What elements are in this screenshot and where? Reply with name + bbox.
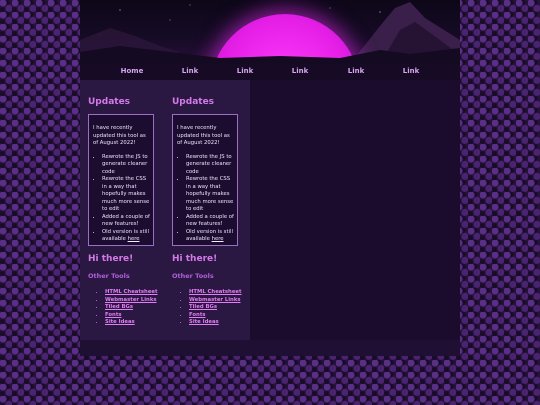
updates-intro: I have recently updated this tool as of … xyxy=(177,125,230,146)
nav-home-link[interactable]: Home xyxy=(121,67,144,75)
list-item: Rewrote the CSS in a way that hopefully … xyxy=(186,176,234,214)
updates-intro: I have recently updated this tool as of … xyxy=(93,125,146,146)
foreground-ridge-graphic xyxy=(80,46,460,64)
list-item: Webmaster Links xyxy=(105,297,158,305)
updates-heading: Updates xyxy=(172,97,215,107)
old-version-link[interactable]: here xyxy=(128,236,140,242)
tool-link[interactable]: Tiled BGs xyxy=(189,304,217,310)
list-item: Rewrote the JS to generate cleaner code xyxy=(186,154,234,177)
updates-list: Rewrote the JS to generate cleaner code … xyxy=(177,154,234,244)
list-item: Added a couple of new features! xyxy=(186,214,234,229)
greeting-heading: Hi there! xyxy=(88,254,134,264)
list-item: Site Ideas xyxy=(189,319,242,327)
nav-link-4[interactable]: Link xyxy=(348,67,365,75)
greeting-heading: Hi there! xyxy=(172,254,218,264)
old-version-link[interactable]: here xyxy=(212,236,224,242)
site-container: Home Link Link Link Link Link Updates I … xyxy=(80,0,460,356)
list-item: Tiled BGs xyxy=(105,304,158,312)
tool-link[interactable]: Fonts xyxy=(189,312,206,318)
nav-link-3[interactable]: Link xyxy=(292,67,309,75)
nav-link-2[interactable]: Link xyxy=(237,67,254,75)
nav-link-5[interactable]: Link xyxy=(403,67,420,75)
updates-box: I have recently updated this tool as of … xyxy=(172,114,238,246)
list-item: Webmaster Links xyxy=(189,297,242,305)
updates-list: Rewrote the JS to generate cleaner code … xyxy=(93,154,150,244)
old-version-text: Old version is still available xyxy=(186,228,233,243)
tool-link[interactable]: HTML Cheatsheet xyxy=(105,289,158,295)
other-tools-list: HTML Cheatsheet Webmaster Links Tiled BG… xyxy=(172,289,242,327)
transparent-right-panel xyxy=(250,80,460,340)
top-navigation: Home Link Link Link Link Link xyxy=(80,64,460,80)
other-tools-list: HTML Cheatsheet Webmaster Links Tiled BG… xyxy=(88,289,158,327)
list-item: HTML Cheatsheet xyxy=(105,289,158,297)
list-item: Added a couple of new features! xyxy=(102,214,150,229)
list-item: Tiled BGs xyxy=(189,304,242,312)
tool-link[interactable]: Fonts xyxy=(105,312,122,318)
content-panel: Updates I have recently updated this too… xyxy=(80,80,250,340)
list-item: Fonts xyxy=(189,312,242,320)
tool-link[interactable]: Site Ideas xyxy=(189,319,219,325)
list-item: Site Ideas xyxy=(105,319,158,327)
list-item: Old version is still available here xyxy=(186,229,234,244)
old-version-text: Old version is still available xyxy=(102,228,149,243)
other-tools-heading: Other Tools xyxy=(172,272,214,280)
updates-heading: Updates xyxy=(88,97,131,107)
tool-link[interactable]: Site Ideas xyxy=(105,319,135,325)
tool-link[interactable]: HTML Cheatsheet xyxy=(189,289,242,295)
list-item: Rewrote the JS to generate cleaner code xyxy=(102,154,150,177)
nav-link-1[interactable]: Link xyxy=(182,67,199,75)
list-item: Rewrote the CSS in a way that hopefully … xyxy=(102,176,150,214)
updates-box: I have recently updated this tool as of … xyxy=(88,114,154,246)
footer-bar xyxy=(80,340,460,356)
header-banner-image xyxy=(80,0,460,64)
list-item: HTML Cheatsheet xyxy=(189,289,242,297)
list-item: Old version is still available here xyxy=(102,229,150,244)
list-item: Fonts xyxy=(105,312,158,320)
other-tools-heading: Other Tools xyxy=(88,272,130,280)
tool-link[interactable]: Webmaster Links xyxy=(105,297,157,303)
tool-link[interactable]: Webmaster Links xyxy=(189,297,241,303)
tool-link[interactable]: Tiled BGs xyxy=(105,304,133,310)
